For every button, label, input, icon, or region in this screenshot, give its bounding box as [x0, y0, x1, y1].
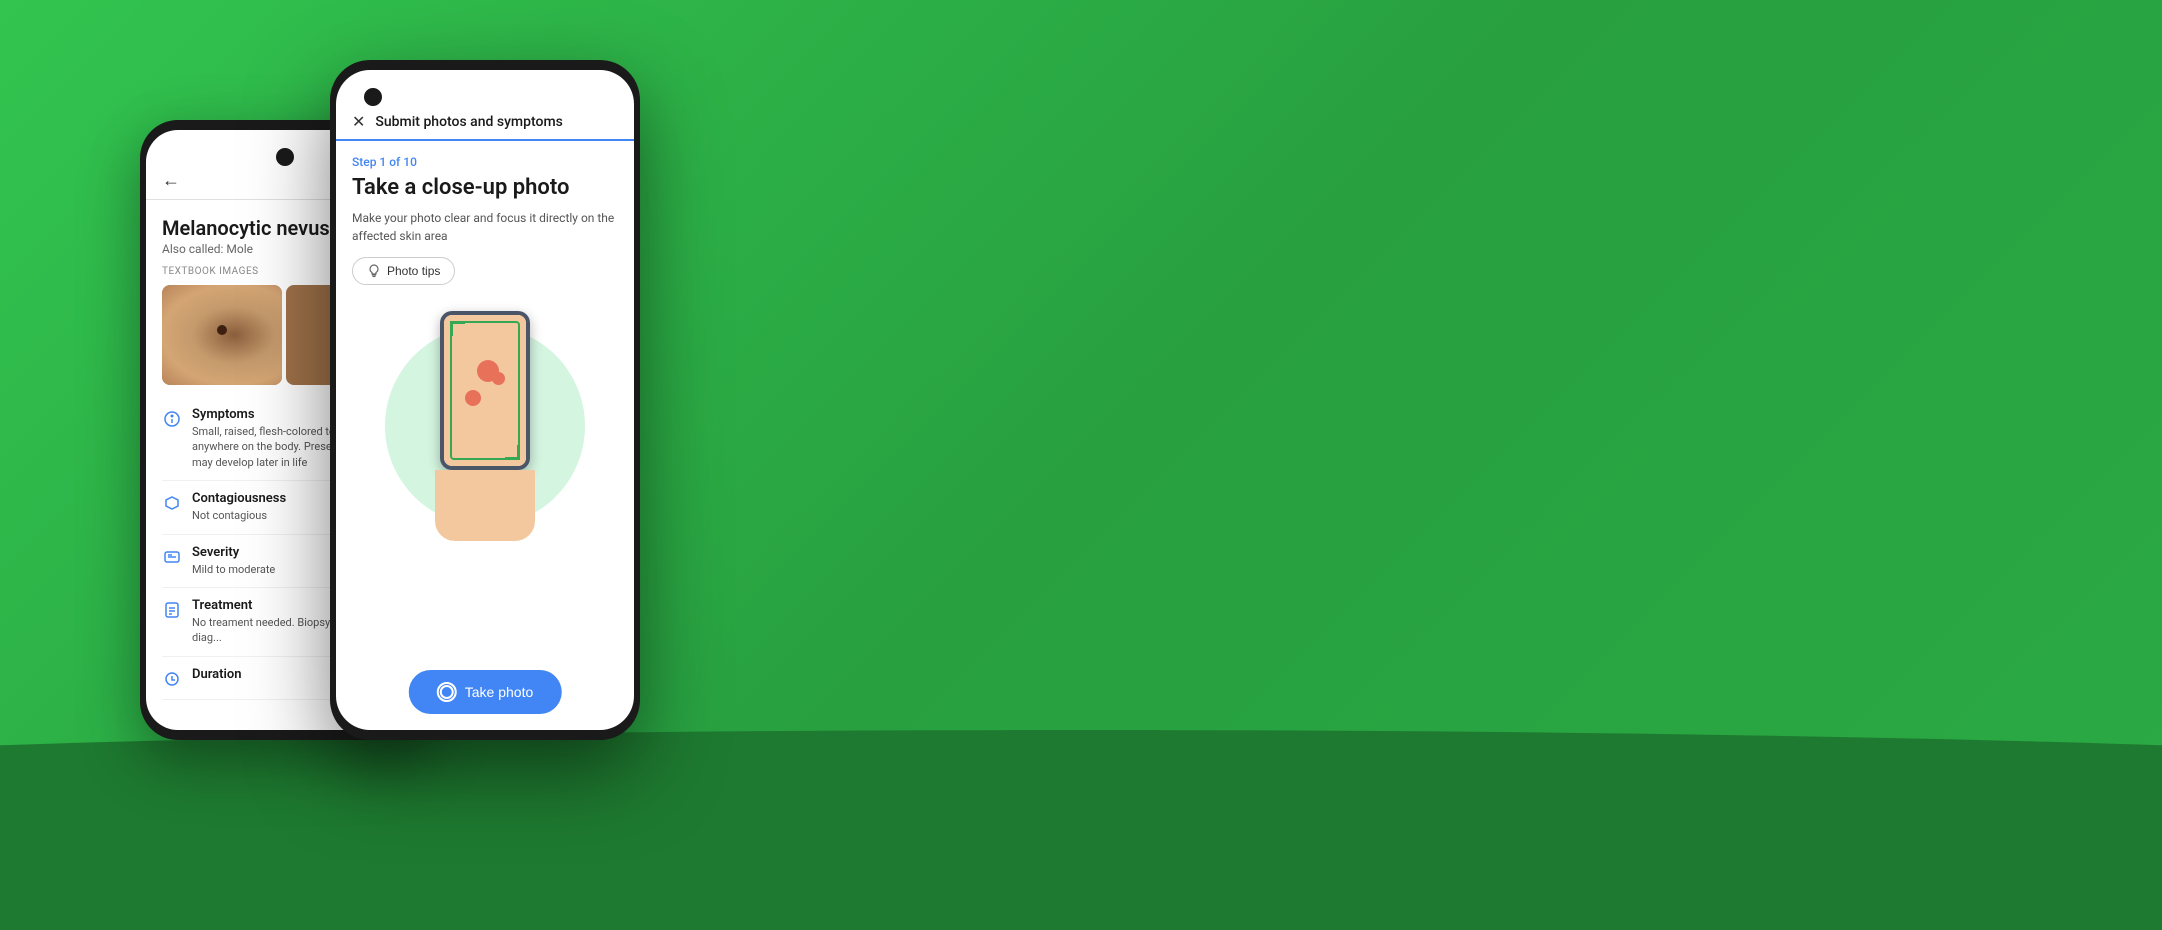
hand-phone-illustration [415, 311, 555, 541]
camera-icon [437, 682, 457, 702]
photo-illustration [352, 301, 618, 551]
duration-label: Duration [192, 667, 242, 682]
skin-texture [162, 285, 282, 385]
phone1-notch [276, 148, 294, 166]
bg-hill [0, 730, 2162, 930]
severity-text: Severity Mild to moderate [192, 545, 275, 577]
step-label: Step 1 of 10 [352, 155, 618, 169]
description-text: Make your photo clear and focus it direc… [352, 209, 618, 245]
back-icon[interactable]: ← [162, 170, 180, 191]
severity-label: Severity [192, 545, 275, 560]
phone2-topbar: ✕ Submit photos and symptoms [336, 70, 634, 141]
topbar-title: Submit photos and symptoms [375, 114, 562, 130]
phone2-screen: ✕ Submit photos and symptoms Step 1 of 1… [336, 70, 634, 730]
textbook-image-1 [162, 285, 282, 385]
photo-tips-label: Photo tips [387, 264, 440, 278]
contagiousness-text: Contagiousness Not contagious [192, 491, 286, 523]
lightbulb-icon [367, 264, 381, 278]
contagiousness-icon [162, 493, 182, 513]
phone2-notch [364, 88, 382, 106]
photo-tips-button[interactable]: Photo tips [352, 257, 455, 285]
illus-inner-phone [440, 311, 530, 469]
illus-skin-area [444, 315, 526, 465]
hand-shape [435, 470, 535, 542]
severity-icon [162, 547, 182, 567]
phone2: ✕ Submit photos and symptoms Step 1 of 1… [330, 60, 640, 740]
illus-phone-screen [444, 315, 526, 465]
duration-text: Duration [192, 667, 242, 684]
treatment-icon [162, 600, 182, 620]
symptoms-icon [162, 409, 182, 429]
contagiousness-description: Not contagious [192, 508, 286, 523]
duration-icon [162, 669, 182, 689]
severity-description: Mild to moderate [192, 562, 275, 577]
contagiousness-label: Contagiousness [192, 491, 286, 506]
phones-container: ← Melanocytic nevus Also called: Mole TE… [140, 60, 640, 740]
close-icon[interactable]: ✕ [352, 112, 365, 131]
main-title: Take a close-up photo [352, 175, 618, 201]
focus-bracket [450, 321, 520, 459]
phone2-content: Step 1 of 10 Take a close-up photo Make … [336, 141, 634, 565]
take-photo-button[interactable]: Take photo [409, 670, 562, 714]
take-photo-label: Take photo [465, 684, 534, 700]
